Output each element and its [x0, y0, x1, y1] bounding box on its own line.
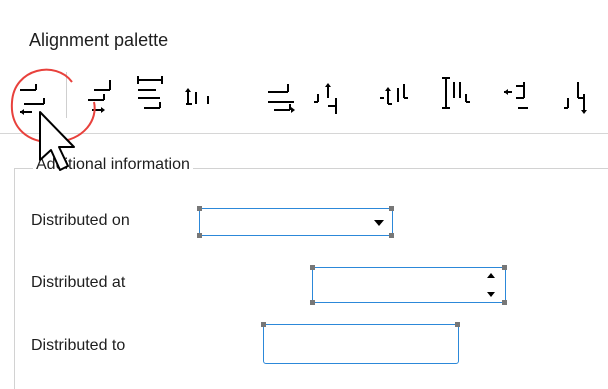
align-tops-button[interactable] [172, 68, 222, 126]
align-left-stack-icon [504, 82, 528, 109]
align-left-stack-button[interactable] [496, 68, 546, 126]
align-tops-icon [185, 88, 209, 105]
align-bottom-up-button[interactable] [300, 68, 350, 126]
resize-handle [389, 233, 394, 238]
distributed-at-spinner[interactable] [312, 267, 506, 303]
distributed-on-dropdown[interactable] [199, 208, 393, 236]
distributed-to-label: Distributed to [31, 337, 126, 354]
align-vertical-centers-button[interactable] [368, 68, 418, 126]
spin-up-icon[interactable] [487, 273, 495, 278]
resize-handle [502, 265, 507, 270]
resize-handle [502, 300, 507, 305]
distributed-on-label: Distributed on [31, 212, 130, 229]
mouse-pointer-icon [39, 111, 75, 171]
spin-down-icon[interactable] [487, 292, 495, 297]
resize-handle [389, 206, 394, 211]
resize-handle [455, 322, 460, 327]
align-bottom-up-icon [314, 83, 337, 114]
distributed-at-label: Distributed at [31, 274, 126, 291]
distribute-horizontal-button[interactable] [126, 68, 176, 126]
distribute-horizontal-icon [137, 76, 163, 109]
align-bottoms-button[interactable] [552, 68, 602, 126]
resize-handle [310, 265, 315, 270]
palette-title: Alignment palette [29, 30, 169, 50]
distribute-vertical-icon [442, 77, 470, 109]
align-vertical-centers-icon [380, 84, 408, 105]
distributed-to-field[interactable] [263, 324, 459, 364]
alignment-palette-window: Alignment palette Additional information… [0, 0, 608, 389]
resize-handle [197, 233, 202, 238]
resize-handle [310, 300, 315, 305]
resize-handle [261, 322, 266, 327]
distribute-vertical-button[interactable] [432, 68, 482, 126]
resize-handle [197, 206, 202, 211]
chevron-down-icon[interactable] [374, 220, 384, 226]
align-bottoms-icon [564, 82, 587, 114]
